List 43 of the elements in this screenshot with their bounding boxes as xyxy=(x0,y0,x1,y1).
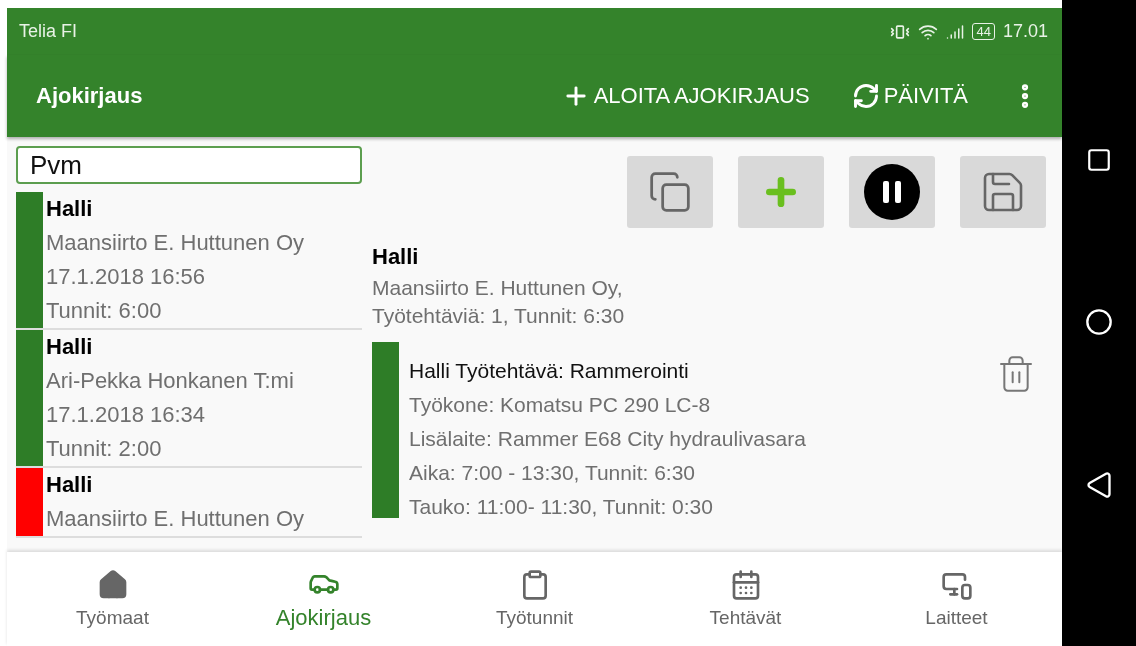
battery-icon: 44 xyxy=(972,23,995,40)
carrier-name: Telia FI xyxy=(19,21,79,42)
home-circle-icon[interactable] xyxy=(1085,308,1113,336)
clock: 17.01 xyxy=(1002,21,1048,42)
detail-summary: Työtehtäviä: 1, Tunnit: 6:30 xyxy=(372,303,626,329)
copy-icon xyxy=(648,170,692,214)
task-title: Halli Työtehtävä: Rammerointi xyxy=(409,358,690,384)
nav-tab[interactable]: Laitteet xyxy=(851,552,1062,646)
entry-title: Halli xyxy=(46,471,94,499)
nav-tab[interactable]: Ajokirjaus xyxy=(218,552,429,646)
save-button[interactable] xyxy=(960,156,1046,228)
task-detail: Työkone: Komatsu PC 290 LC-8 xyxy=(409,392,712,418)
entry-company: Maansiirto E. Huttunen Oy xyxy=(46,229,304,257)
detail-title: Halli xyxy=(372,243,420,271)
signal-icon xyxy=(946,22,965,41)
nav-tab[interactable]: Työtunnit xyxy=(429,552,640,646)
entry-hours: Tunnit: 2:00 xyxy=(46,435,163,463)
entry-company: Maansiirto E. Huttunen Oy xyxy=(46,505,304,533)
pause-icon xyxy=(864,164,920,220)
entry-date: 17.1.2018 16:56 xyxy=(46,263,207,291)
log-entry[interactable]: Halli Maansiirto E. Huttunen Oy 17.1.2018 16:56 Tunnit: 6:00 xyxy=(16,192,362,330)
screen-title: Ajokirjaus xyxy=(36,83,144,109)
refresh-icon xyxy=(851,82,880,110)
entry-date: 17.1.2018 16:34 xyxy=(46,401,207,429)
back-icon[interactable] xyxy=(1085,470,1113,499)
task-detail: Tauko: 11:00- 11:30, Tunnit: 0:30 xyxy=(409,494,714,520)
log-entry[interactable]: Halli Maansiirto E. Huttunen Oy xyxy=(16,468,362,538)
pause-button[interactable] xyxy=(849,156,935,228)
start-log-button[interactable]: ALOITA AJOKIRJAUS xyxy=(561,82,810,110)
detail-summary: Maansiirto E. Huttunen Oy, xyxy=(372,275,624,301)
recent-apps-icon[interactable] xyxy=(1086,147,1112,174)
refresh-button[interactable]: PÄIVITÄ xyxy=(851,82,968,110)
copy-button[interactable] xyxy=(627,156,713,228)
entry-title: Halli xyxy=(46,333,94,361)
filter-field[interactable]: Pvm xyxy=(16,146,362,184)
entry-hours: Tunnit: 6:00 xyxy=(46,297,163,325)
nav-tab[interactable]: Työmaat xyxy=(7,552,218,646)
entry-company: Ari-Pekka Honkanen T:mi xyxy=(46,367,294,395)
task-detail: Lisälaite: Rammer E68 City hydraulivasara xyxy=(409,426,807,452)
entry-title: Halli xyxy=(46,195,94,223)
nav-tab[interactable]: Tehtävät xyxy=(640,552,851,646)
log-entry[interactable]: Halli Ari-Pekka Honkanen T:mi 17.1.2018 16:34 Tunnit: 2:00 xyxy=(16,330,362,468)
task-detail: Aika: 7:00 - 13:30, Tunnit: 6:30 xyxy=(409,460,697,486)
